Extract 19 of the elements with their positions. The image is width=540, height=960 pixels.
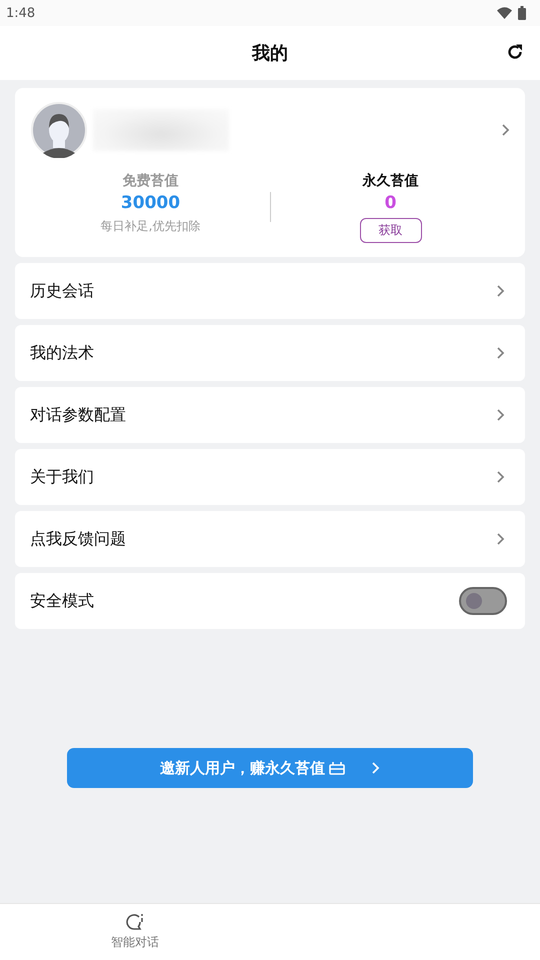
status-time: 1:48 xyxy=(6,6,36,20)
menu-item[interactable]: 历史会话 xyxy=(15,263,525,319)
menu-label: 我的法术 xyxy=(30,342,94,364)
page-title: 我的 xyxy=(252,42,288,65)
setting-label: 安全模式 xyxy=(30,590,94,612)
menu-label: 关于我们 xyxy=(30,466,94,488)
menu-label: 对话参数配置 xyxy=(30,404,126,426)
menu-item[interactable]: 关于我们 xyxy=(15,449,525,505)
free-credit-value: 30000 xyxy=(120,193,180,213)
free-credit-label: 免费苔值 xyxy=(122,172,178,190)
permanent-credit-value: 0 xyxy=(384,193,396,213)
menu-item[interactable]: 点我反馈问题 xyxy=(15,511,525,567)
permanent-credit-label: 永久苔值 xyxy=(362,172,418,190)
menu-item[interactable]: 我的法术 xyxy=(15,325,525,381)
menu-label: 历史会话 xyxy=(30,280,94,302)
menu-label: 点我反馈问题 xyxy=(30,528,126,550)
get-button[interactable]: 获取 xyxy=(360,218,422,243)
menu-item[interactable]: 对话参数配置 xyxy=(15,387,525,443)
free-credit-note: 每日补足,优先扣除 xyxy=(100,218,200,235)
